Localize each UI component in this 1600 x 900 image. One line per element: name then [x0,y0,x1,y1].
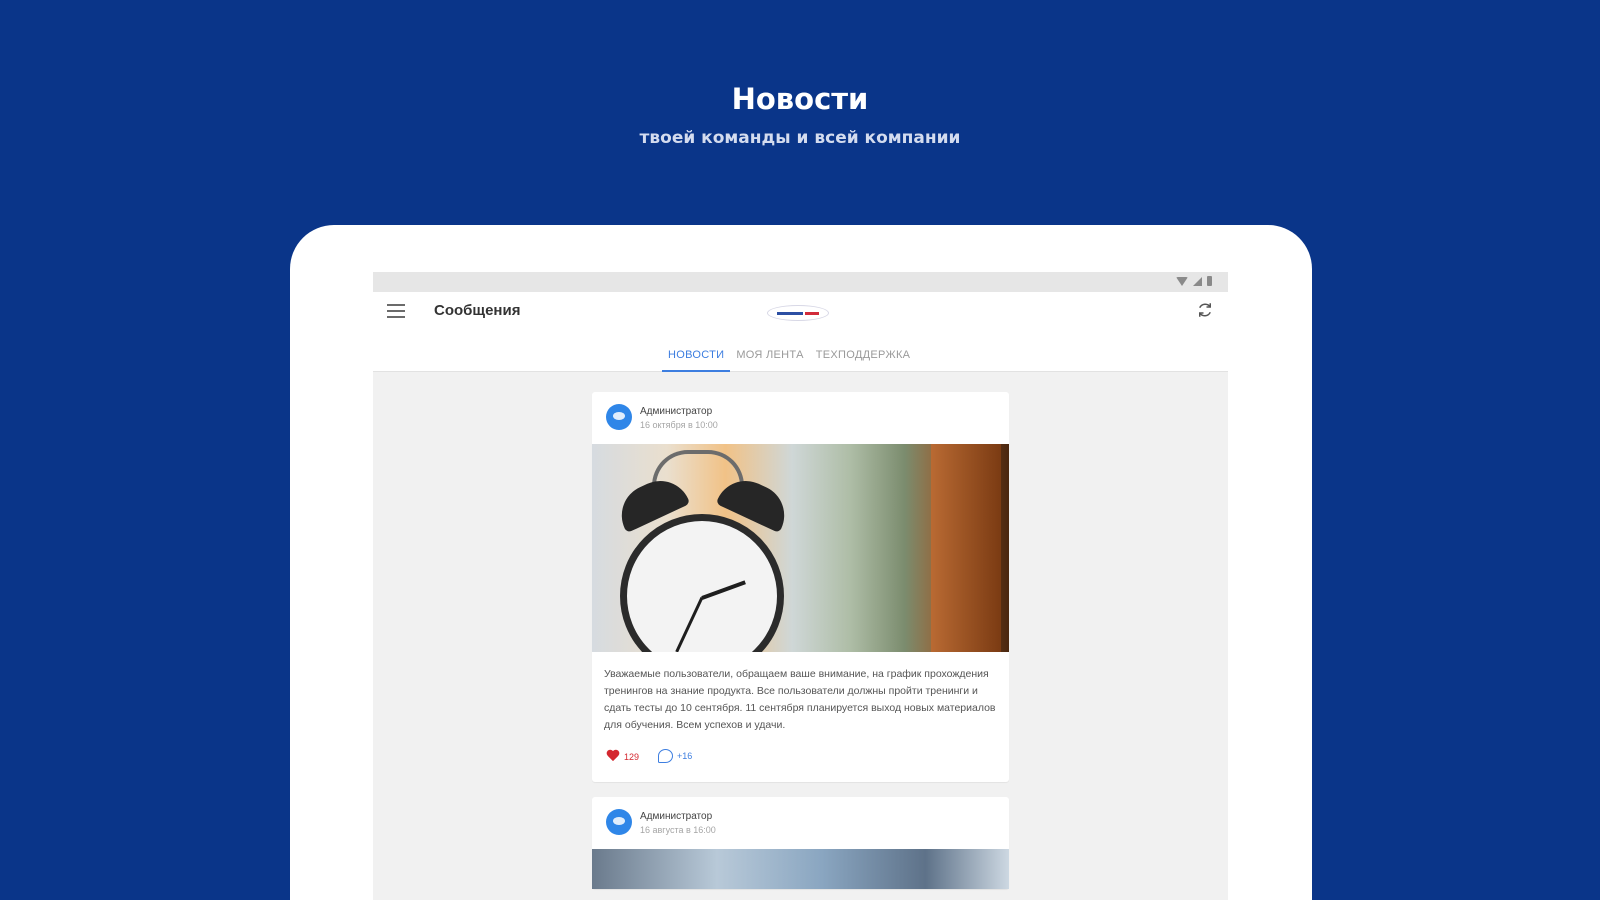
post-image[interactable] [592,444,1009,652]
post-author: Администратор [640,406,713,417]
tab-news[interactable]: НОВОСТИ [662,344,731,372]
hero-title: Новости [731,82,869,116]
post-date: 16 августа в 16:00 [640,825,716,835]
post-image[interactable] [592,849,1009,889]
news-feed: Администратор 16 октября в 10:00 Уважаем… [592,392,1009,900]
avatar[interactable] [606,404,632,430]
wifi-icon [1176,276,1188,286]
tab-my-feed[interactable]: МОЯ ЛЕНТА [730,344,809,372]
tab-bar: НОВОСТИ МОЯ ЛЕНТА ТЕХПОДДЕРЖКА [662,344,916,372]
post-header: Администратор 16 октября в 10:00 [592,392,1009,444]
app-title: Сообщения [434,302,521,319]
comment-button[interactable]: +16 [658,749,692,763]
comment-icon [658,749,673,763]
post-reactions: 129 +16 [592,742,1009,782]
tab-support[interactable]: ТЕХПОДДЕРЖКА [810,344,917,372]
signal-icon [1193,276,1202,286]
avatar[interactable] [606,809,632,835]
app-screen: Сообщения НОВОСТИ МОЯ ЛЕНТА ТЕХПОДДЕРЖКА… [373,272,1228,900]
refresh-icon[interactable] [1196,301,1214,319]
post-card[interactable]: Администратор 16 августа в 16:00 [592,797,1009,889]
app-bar: Сообщения НОВОСТИ МОЯ ЛЕНТА ТЕХПОДДЕРЖКА [373,292,1228,372]
post-author: Администратор [640,811,713,822]
battery-icon [1207,276,1212,286]
post-date: 16 октября в 10:00 [640,420,718,430]
comment-count: +16 [677,751,693,761]
post-header: Администратор 16 августа в 16:00 [592,797,1009,849]
heart-icon [606,750,620,763]
menu-icon[interactable] [387,304,405,318]
like-count: 129 [624,751,640,762]
post-text: Уважаемые пользователи, обращаем ваше вн… [604,668,996,731]
like-button[interactable]: 129 [606,750,639,763]
post-card[interactable]: Администратор 16 октября в 10:00 Уважаем… [592,392,1009,782]
company-logo [767,305,829,321]
status-bar [373,272,1228,292]
hero-subtitle: твоей команды и всей компании [639,128,961,148]
